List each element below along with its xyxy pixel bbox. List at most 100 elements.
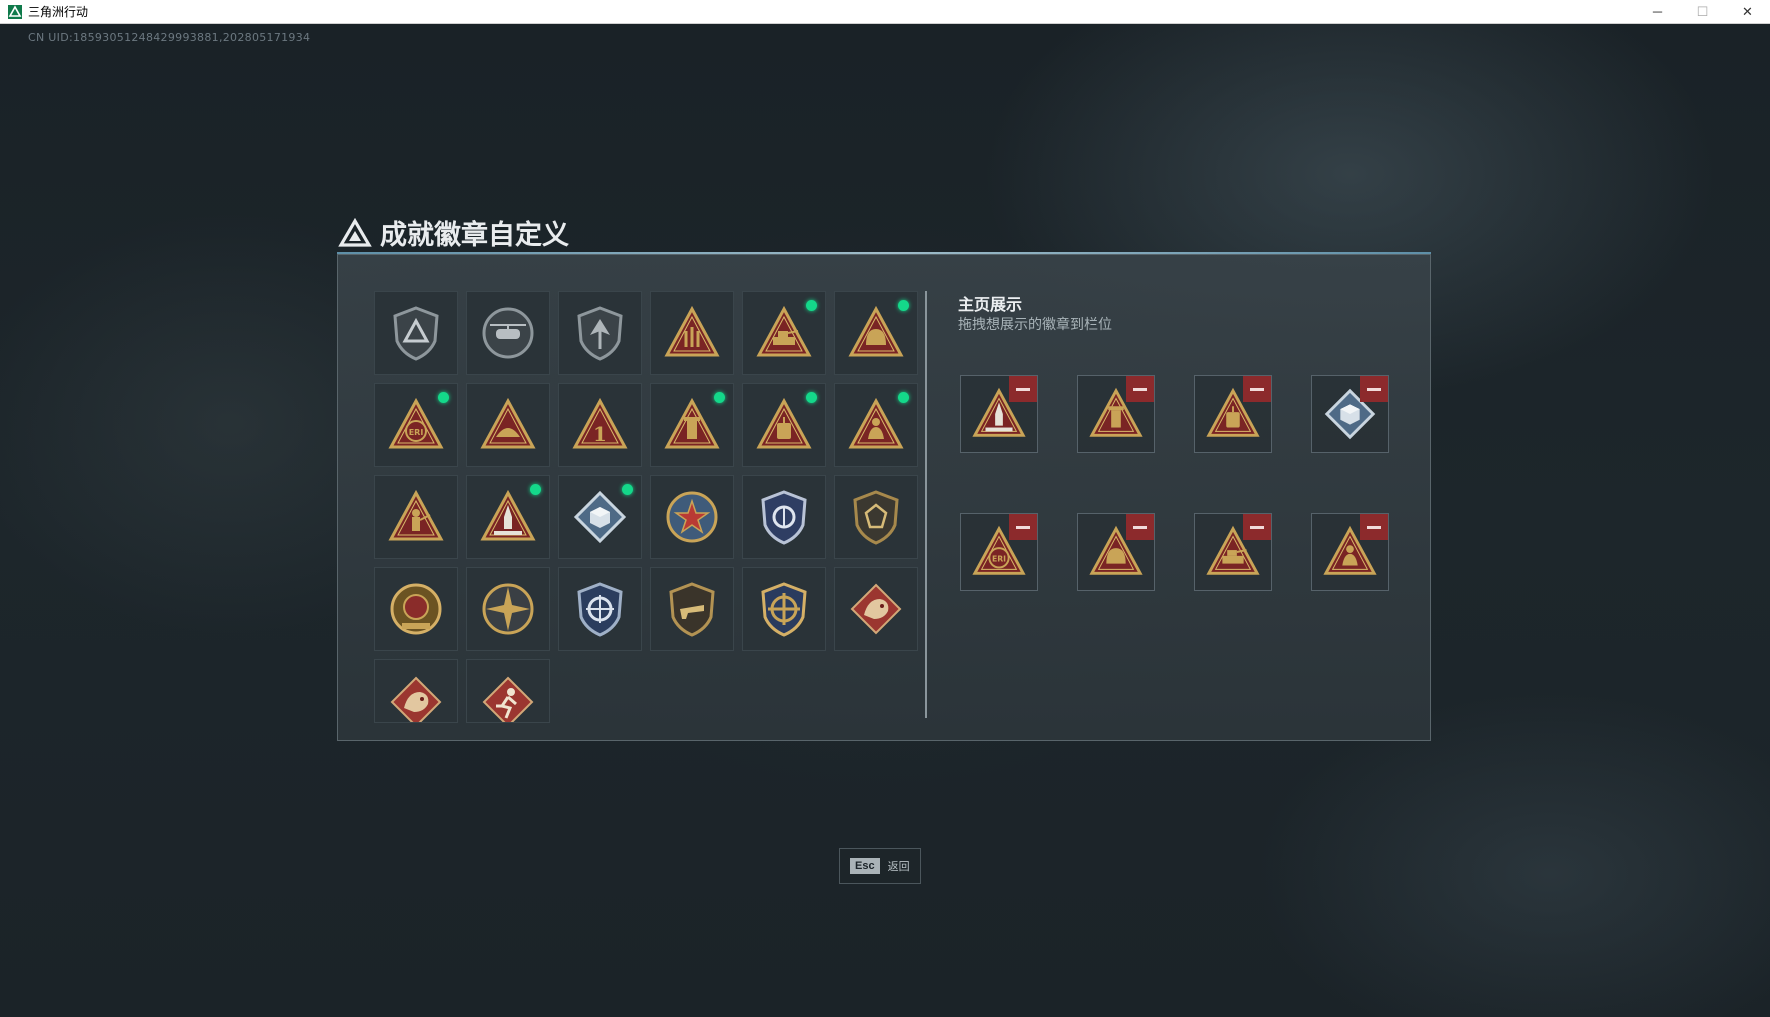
rocket-icon: [480, 489, 536, 541]
showcase-slot[interactable]: [1311, 375, 1389, 453]
close-icon: ✕: [1742, 3, 1753, 19]
badge-slot[interactable]: ERI: [374, 383, 458, 467]
crosshair-shield-icon: [577, 582, 623, 637]
minimize-button[interactable]: ─: [1635, 0, 1680, 23]
badge-slot[interactable]: 1: [558, 383, 642, 467]
badge-slot[interactable]: [650, 475, 734, 559]
lantern-icon: [756, 397, 812, 449]
badge-slot[interactable]: [834, 291, 918, 375]
maximize-icon: ☐: [1696, 3, 1709, 19]
gem-shield-icon: [853, 490, 899, 545]
svg-text:ERI: ERI: [992, 555, 1006, 564]
new-indicator-dot: [438, 392, 449, 403]
new-indicator-dot: [806, 392, 817, 403]
helmet-icon: [848, 305, 904, 357]
badge-slot[interactable]: [558, 567, 642, 651]
panel-divider: [925, 291, 927, 718]
eagle-crest-icon: [390, 583, 442, 635]
compass-star-icon: [482, 583, 534, 635]
tower-icon: [664, 397, 720, 449]
badge-slot[interactable]: [374, 475, 458, 559]
minus-icon: [1133, 525, 1147, 529]
gun-shield-icon: [669, 582, 715, 637]
maximize-button[interactable]: ☐: [1680, 0, 1725, 23]
new-indicator-dot: [714, 392, 725, 403]
showcase-slot[interactable]: [1077, 375, 1155, 453]
remove-badge-button[interactable]: [1126, 514, 1154, 540]
rock-hand-icon: [664, 305, 720, 357]
dialog-header: 成就徽章自定义: [338, 213, 569, 252]
back-label: 返回: [887, 861, 910, 873]
badge-slot[interactable]: [650, 567, 734, 651]
showcase-title: 主页展示: [958, 297, 1023, 314]
badge-panel: ERI 1 主页展示 拖拽想展示的徽章到栏位 ERI: [337, 254, 1431, 741]
showcase-slot[interactable]: [1077, 513, 1155, 591]
shield-arrow-icon: [577, 306, 623, 361]
remove-badge-button[interactable]: [1360, 376, 1388, 402]
minus-icon: [1367, 525, 1381, 529]
badge-slot[interactable]: [466, 475, 550, 559]
new-indicator-dot: [806, 300, 817, 311]
badge-slot[interactable]: [466, 383, 550, 467]
showcase-slot[interactable]: [1311, 513, 1389, 591]
minus-icon: [1016, 525, 1030, 529]
showcase-slot[interactable]: ERI: [960, 513, 1038, 591]
showcase-slot[interactable]: [1194, 375, 1272, 453]
showcase-slot[interactable]: [960, 375, 1038, 453]
remove-badge-button[interactable]: [1243, 514, 1271, 540]
window-titlebar: 三角洲行动 ─ ☐ ✕: [0, 0, 1770, 24]
tank-icon: [756, 305, 812, 357]
sitting-figure-icon: [848, 397, 904, 449]
badge-slot[interactable]: [742, 383, 826, 467]
badge-collection-grid: ERI 1: [374, 291, 920, 743]
uid-label: CN UID:18593051248429993881,202805171934: [28, 31, 311, 44]
showcase-slot-grid: ERI: [960, 375, 1389, 591]
police-badge-icon: [761, 490, 807, 545]
new-indicator-dot: [622, 484, 633, 495]
new-indicator-dot: [530, 484, 541, 495]
badge-slot[interactable]: [466, 567, 550, 651]
badge-slot[interactable]: [834, 383, 918, 467]
eri-globe-icon: ERI: [388, 397, 444, 449]
taco-icon: [480, 397, 536, 449]
esc-key-hint: Esc: [850, 858, 880, 874]
shield-triangle-icon: [393, 306, 439, 361]
badge-slot[interactable]: [466, 291, 550, 375]
minus-icon: [1367, 387, 1381, 391]
showcase-slot[interactable]: [1194, 513, 1272, 591]
badge-slot[interactable]: [374, 291, 458, 375]
dragon-icon: [850, 583, 902, 635]
svg-text:1: 1: [593, 422, 607, 446]
minus-icon: [1250, 387, 1264, 391]
remove-badge-button[interactable]: [1126, 376, 1154, 402]
remove-badge-button[interactable]: [1243, 376, 1271, 402]
badge-slot[interactable]: [558, 475, 642, 559]
showcase-subtitle: 拖拽想展示的徽章到栏位: [958, 316, 1112, 332]
star-emblem-icon: [666, 491, 718, 543]
badge-slot[interactable]: [650, 383, 734, 467]
app-logo-icon: [8, 4, 22, 19]
cube-icon: [573, 490, 627, 544]
remove-badge-button[interactable]: [1009, 376, 1037, 402]
badge-slot[interactable]: [374, 659, 458, 723]
close-button[interactable]: ✕: [1725, 0, 1770, 23]
badge-slot[interactable]: [742, 291, 826, 375]
soldier-icon: [388, 489, 444, 541]
minus-icon: [1250, 525, 1264, 529]
gold-crosshair-icon: [761, 582, 807, 637]
helicopter-icon: [482, 307, 534, 359]
badge-slot[interactable]: [834, 567, 918, 651]
minus-icon: [1133, 387, 1147, 391]
remove-badge-button[interactable]: [1360, 514, 1388, 540]
badge-slot[interactable]: [558, 291, 642, 375]
badge-slot[interactable]: [466, 659, 550, 723]
remove-badge-button[interactable]: [1009, 514, 1037, 540]
badge-slot[interactable]: [650, 291, 734, 375]
minus-icon: [1016, 387, 1030, 391]
badge-slot[interactable]: [834, 475, 918, 559]
badge-slot[interactable]: [742, 475, 826, 559]
runner-icon: [482, 676, 534, 722]
back-button[interactable]: Esc 返回: [839, 848, 921, 884]
badge-slot[interactable]: [374, 567, 458, 651]
badge-slot[interactable]: [742, 567, 826, 651]
